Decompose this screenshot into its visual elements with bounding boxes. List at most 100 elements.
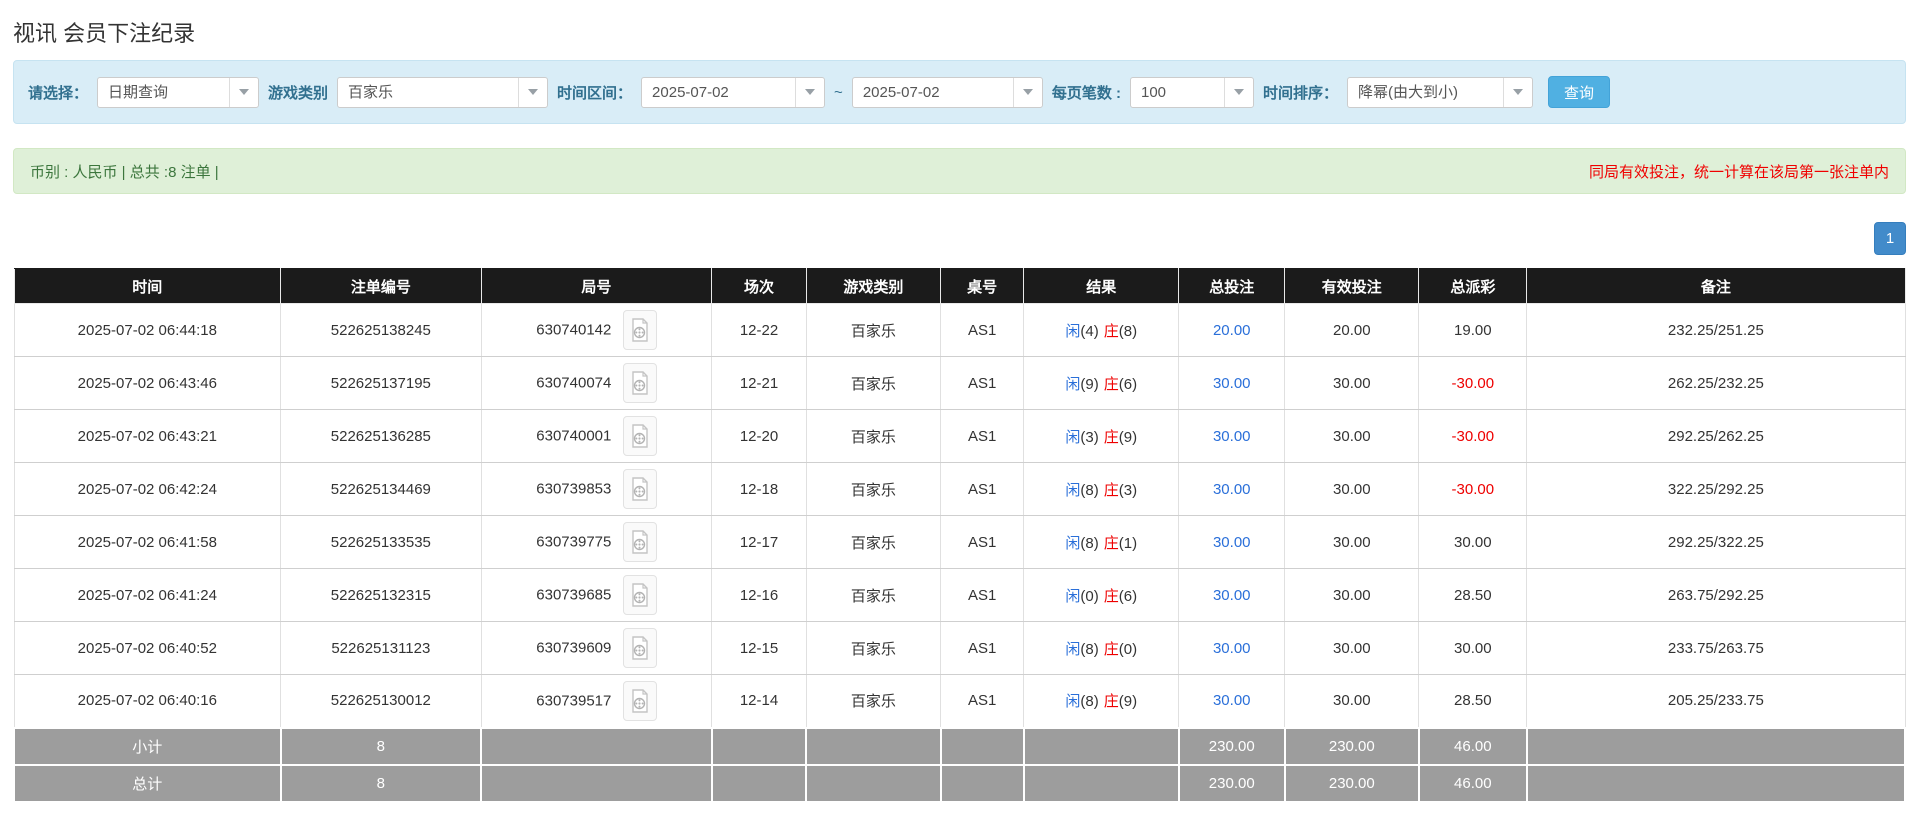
total-bet-link[interactable]: 20.00 <box>1213 322 1251 339</box>
total-bet-link[interactable]: 30.00 <box>1213 481 1251 498</box>
result-banker: 庄 <box>1103 587 1119 605</box>
grand-total-game <box>805 763 942 803</box>
video-replay-button[interactable] <box>622 416 657 456</box>
video-replay-button[interactable] <box>622 575 657 615</box>
column-header-7: 结果 <box>1023 268 1180 304</box>
date-from-select[interactable]: 2025-07-02 <box>641 76 826 108</box>
round-no: 630739685 <box>536 586 612 604</box>
video-replay-button[interactable] <box>622 522 657 562</box>
cell-game-type: 百家乐 <box>805 356 942 410</box>
video-replay-button[interactable] <box>622 680 657 721</box>
round-no: 630739517 <box>536 692 612 710</box>
subtotal-count: 8 <box>279 726 483 766</box>
total-bet-link[interactable]: 30.00 <box>1213 692 1251 709</box>
cell-total-bet: 30.00 <box>1178 621 1286 675</box>
video-file-icon <box>631 371 648 395</box>
total-bet-link[interactable]: 30.00 <box>1213 640 1251 657</box>
total-bet-link[interactable]: 30.00 <box>1213 375 1251 392</box>
cell-game-type: 百家乐 <box>805 568 942 622</box>
video-file-icon <box>631 689 648 713</box>
subtotal-result <box>1022 726 1180 766</box>
summary-bar: 币别 : 人民币 | 总共 :8 注单 | 同局有效投注，统一计算在该局第一张注… <box>13 148 1906 194</box>
cell-round-no: 630739685 <box>480 568 713 622</box>
result-player: 闲 <box>1065 693 1081 711</box>
cell-table-no: AS1 <box>940 568 1025 622</box>
date-range-tilde: ~ <box>834 83 843 101</box>
video-replay-button[interactable] <box>622 363 657 403</box>
table-row: 2025-07-02 06:41:24 522625132315 630739685… <box>13 568 1906 622</box>
cell-round-no: 630739609 <box>480 621 713 675</box>
video-replay-button[interactable] <box>622 469 657 509</box>
grand-total-remark <box>1525 763 1907 803</box>
cell-total-bet: 30.00 <box>1178 568 1286 622</box>
chevron-down-icon[interactable] <box>795 77 824 107</box>
date-from-value: 2025-07-02 <box>652 83 729 101</box>
bets-table: 时间 注单编号 局号 场次 游戏类别 桌号 结果 总投注 有效投注 总派彩 备注 2025-07-0… <box>13 268 1907 803</box>
round-no: 630739775 <box>536 533 612 551</box>
table-footer: 小计 8 230.00 230.00 46.00 总计 8 230.00 230.00 46.00 <box>13 726 1907 803</box>
cell-remark: 232.25/251.25 <box>1526 303 1906 357</box>
column-header-5: 游戏类别 <box>805 268 942 304</box>
chevron-down-icon[interactable] <box>518 77 547 107</box>
subtotal-table <box>939 726 1025 766</box>
subtotal-game <box>805 726 942 766</box>
cell-remark: 322.25/292.25 <box>1526 462 1906 516</box>
subtotal-total-bet: 230.00 <box>1177 726 1286 766</box>
date-to-select[interactable]: 2025-07-02 <box>851 76 1043 108</box>
page-button-1[interactable]: 1 <box>1874 222 1906 255</box>
total-bet-link[interactable]: 30.00 <box>1213 587 1251 604</box>
chevron-down-icon[interactable] <box>1503 77 1532 107</box>
total-bet-link[interactable]: 30.00 <box>1213 534 1251 551</box>
result-player-score: (8) <box>1080 534 1099 552</box>
video-replay-button[interactable] <box>622 628 657 668</box>
chevron-down-icon[interactable] <box>1223 77 1253 107</box>
column-header-10: 总派彩 <box>1418 268 1528 304</box>
cell-payout: -30.00 <box>1418 462 1528 516</box>
page-size-label: 每页笔数 : <box>1051 84 1121 102</box>
cell-bet-no: 522625134469 <box>280 462 482 516</box>
cell-round-no: 630740074 <box>480 356 713 410</box>
cell-total-bet: 30.00 <box>1178 515 1286 569</box>
column-header-8: 总投注 <box>1178 268 1286 304</box>
cell-round-no: 630740142 <box>480 303 713 357</box>
page-size-select[interactable]: 100 <box>1129 76 1254 108</box>
grand-total-valid-bet: 230.00 <box>1283 763 1420 803</box>
cell-time: 2025-07-02 06:41:24 <box>13 568 282 622</box>
result-player: 闲 <box>1065 640 1081 658</box>
query-type-select[interactable]: 日期查询 <box>97 76 260 108</box>
grand-total-session <box>710 763 808 803</box>
cell-time: 2025-07-02 06:40:52 <box>13 621 282 675</box>
result-player: 闲 <box>1065 428 1081 446</box>
subtotal-valid-bet: 230.00 <box>1283 726 1420 766</box>
game-type-select[interactable]: 百家乐 <box>337 76 549 108</box>
page: 视讯 会员下注纪录 请选择： 日期查询 游戏类别 百家乐 时间区间： 2025-… <box>13 16 1907 803</box>
grand-total-payout: 46.00 <box>1417 763 1528 803</box>
cell-remark: 233.75/263.75 <box>1526 621 1906 675</box>
video-file-icon <box>631 636 648 660</box>
video-replay-button[interactable] <box>622 310 657 350</box>
cell-table-no: AS1 <box>940 409 1025 463</box>
cell-valid-bet: 30.00 <box>1284 356 1420 410</box>
result-banker: 庄 <box>1103 534 1119 552</box>
grand-total-count: 8 <box>279 763 483 803</box>
page-title: 视讯 会员下注纪录 <box>13 21 196 46</box>
cell-table-no: AS1 <box>940 515 1025 569</box>
result-banker: 庄 <box>1103 375 1119 393</box>
result-banker: 庄 <box>1103 693 1119 711</box>
chevron-down-icon[interactable] <box>229 77 258 107</box>
game-type-value: 百家乐 <box>348 83 394 101</box>
video-file-icon <box>631 583 648 607</box>
search-button[interactable]: 查询 <box>1548 76 1611 108</box>
chevron-down-icon[interactable] <box>1012 77 1042 107</box>
page-size-value: 100 <box>1140 83 1167 101</box>
cell-valid-bet: 30.00 <box>1284 674 1420 728</box>
cell-time: 2025-07-02 06:42:24 <box>13 462 282 516</box>
grand-total-row: 总计 8 230.00 230.00 46.00 <box>13 763 1907 803</box>
cell-result: 闲(8) 庄(9) <box>1023 674 1180 728</box>
sort-select[interactable]: 降幂(由大到小) <box>1347 76 1533 108</box>
summary-currency-count: 币别 : 人民币 | 总共 :8 注单 | <box>30 163 219 181</box>
total-bet-link[interactable]: 30.00 <box>1213 428 1251 445</box>
subtotal-remark <box>1525 726 1907 766</box>
cell-session: 12-20 <box>711 409 807 463</box>
grand-total-table <box>939 763 1025 803</box>
